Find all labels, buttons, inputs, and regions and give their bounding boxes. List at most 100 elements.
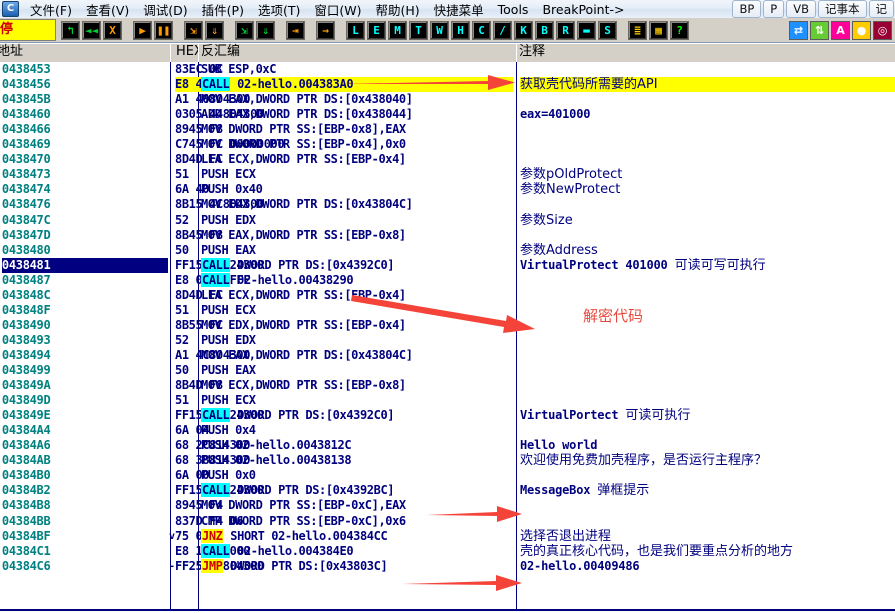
- executable-modules-icon[interactable]: E: [367, 20, 386, 40]
- cpu-icon[interactable]: C: [472, 20, 491, 40]
- menu-item-window[interactable]: 窗口(W): [307, 0, 368, 18]
- menu-item-tools[interactable]: Tools: [491, 1, 536, 18]
- table-row[interactable]: 004384BFv75 0BJNZ SHORT 02-hello.004384C…: [0, 528, 895, 544]
- table-row[interactable]: 004384C1E8 1A000000CALL 02-hello.004384E…: [0, 543, 895, 559]
- table-row[interactable]: 00438469C745 FC 00000000MOV DWORD PTR SS…: [0, 137, 895, 152]
- table-row[interactable]: 0043848F51PUSH ECX: [0, 303, 895, 318]
- column-header-disasm[interactable]: 反汇编: [198, 43, 517, 64]
- column-header-comment[interactable]: 注释: [516, 43, 895, 64]
- source-icon[interactable]: S: [598, 20, 617, 40]
- table-row[interactable]: 004384768B15 4C804300MOV EDX,DWORD PTR D…: [0, 197, 895, 212]
- execute-till-return-icon[interactable]: ⇥: [286, 20, 305, 40]
- handles-icon[interactable]: H: [451, 20, 470, 40]
- log-window-icon[interactable]: L: [346, 20, 365, 40]
- ascii-icon[interactable]: A: [831, 20, 850, 40]
- cell-comment: Hello world: [520, 438, 895, 453]
- table-row[interactable]: 0043849352PUSH EDX: [0, 333, 895, 348]
- trace-over-icon[interactable]: ⇲: [235, 20, 254, 40]
- table-row[interactable]: 0043847351PUSH ECX参数pOldProtect: [0, 167, 895, 182]
- cell-address: 004384AB: [2, 453, 51, 468]
- options-list-icon[interactable]: ≣: [628, 20, 647, 40]
- cell-disasm: MOV EAX,DWORD PTR DS:[0x438040]: [201, 92, 413, 107]
- windows-icon[interactable]: W: [430, 20, 449, 40]
- references-icon[interactable]: R: [556, 20, 575, 40]
- table-row[interactable]: 004384B88945 F4MOV DWORD PTR SS:[EBP-0xC…: [0, 498, 895, 513]
- mnemonic-highlight: CALL: [201, 483, 231, 498]
- comment-cjk-text: 参数Size: [520, 212, 573, 228]
- table-row[interactable]: 004384708D4D FCLEA ECX,DWORD PTR SS:[EBP…: [0, 152, 895, 167]
- record-icon[interactable]: ●: [852, 20, 871, 40]
- table-row[interactable]: 0043849EFF15 C0924300CALL DWORD PTR DS:[…: [0, 408, 895, 423]
- pause-icon[interactable]: ❚❚: [154, 20, 173, 40]
- table-row[interactable]: 00438487E8 04FEFFFFCALL 02-hello.0043829…: [0, 272, 895, 288]
- menu-item-quick-menu[interactable]: 快捷菜单: [427, 0, 491, 18]
- cell-comment: 欢迎使用免费加壳程序，是否运行主程序？: [520, 453, 895, 468]
- patches-icon[interactable]: /: [493, 20, 512, 40]
- cell-disasm: MOV DWORD PTR SS:[EBP-0x4],0x0: [201, 137, 406, 152]
- threads-icon[interactable]: T: [409, 20, 428, 40]
- status-badge: 暂停: [0, 19, 56, 41]
- table-row[interactable]: 004384A668 2C814300PUSH 02-hello.0043812…: [0, 438, 895, 453]
- table-row[interactable]: 004384B2FF15 BC924300CALL DWORD PTR DS:[…: [0, 483, 895, 498]
- table-row[interactable]: 0043847D8B45 F8MOV EAX,DWORD PTR SS:[EBP…: [0, 228, 895, 243]
- table-row[interactable]: 0043849D51PUSH ECX: [0, 393, 895, 408]
- cell-comment: 参数NewProtect: [520, 182, 895, 197]
- table-row[interactable]: 004384C6-FF25 3C804300JMP DWORD PTR DS:[…: [0, 558, 895, 574]
- disassembly-list[interactable]: 0043845383EC 0CSUB ESP,0xC00438456E8 45F…: [0, 62, 895, 611]
- run-icon[interactable]: ▶: [133, 20, 152, 40]
- grid-icon[interactable]: ▦: [649, 20, 668, 40]
- menu-item-debug[interactable]: 调试(D): [136, 0, 194, 18]
- updown-icon[interactable]: ⇅: [810, 20, 829, 40]
- run-to-cursor-icon[interactable]: →: [316, 20, 335, 40]
- menu-item-file[interactable]: 文件(F): [23, 0, 79, 18]
- table-row[interactable]: 004384600305 44804300ADD EAX,DWORD PTR D…: [0, 107, 895, 122]
- breakpoints-icon[interactable]: B: [535, 20, 554, 40]
- table-row[interactable]: 004384AB68 38814300PUSH 02-hello.0043813…: [0, 453, 895, 468]
- menu-button-p[interactable]: P: [763, 0, 785, 18]
- cell-comment: eax=401000: [520, 107, 895, 122]
- comment-cjk-text: 壳的真正核心代码，也是我们要重点分析的地方: [520, 543, 794, 559]
- table-row[interactable]: 0043848050PUSH EAX参数Address: [0, 243, 895, 258]
- menu-button-bp[interactable]: BP: [732, 0, 762, 18]
- comment-mono-text: eax=401000: [520, 107, 591, 122]
- cell-address: 004384A6: [2, 438, 51, 453]
- table-row[interactable]: 00438481FF15 C0924300CALL DWORD PTR DS:[…: [0, 257, 895, 273]
- target-icon[interactable]: ◎: [873, 20, 892, 40]
- trace-into-icon[interactable]: ⇓: [256, 20, 275, 40]
- restart-icon[interactable]: ↰: [61, 20, 80, 40]
- menu-button-vb[interactable]: VB: [786, 0, 816, 18]
- table-row[interactable]: 00438456E8 45FFFFFFCALL 02-hello.004383A…: [0, 77, 895, 93]
- call-stack-icon[interactable]: K: [514, 20, 533, 40]
- table-row[interactable]: 004384668945 F8MOV DWORD PTR SS:[EBP-0x8…: [0, 122, 895, 137]
- comment-mono-text: VirtualProtect 401000: [520, 257, 668, 272]
- table-row[interactable]: 004384908B55 FCMOV EDX,DWORD PTR SS:[EBP…: [0, 318, 895, 333]
- table-row[interactable]: 0043845383EC 0CSUB ESP,0xC: [0, 62, 895, 77]
- swap-icon[interactable]: ⇄: [789, 20, 808, 40]
- menu-item-view[interactable]: 查看(V): [79, 0, 136, 18]
- menu-item-breakpoint[interactable]: BreakPoint->: [535, 1, 631, 18]
- table-row[interactable]: 004384BB837D F4 06CMP DWORD PTR SS:[EBP-…: [0, 514, 895, 529]
- menu-item-help[interactable]: 帮助(H): [368, 0, 426, 18]
- table-row[interactable]: 0043849A8B4D F8MOV ECX,DWORD PTR SS:[EBP…: [0, 378, 895, 393]
- rewind-icon[interactable]: ◄◄: [82, 20, 101, 40]
- step-into-icon[interactable]: ⇓: [205, 20, 224, 40]
- table-row[interactable]: 00438494A1 4C804300MOV EAX,DWORD PTR DS:…: [0, 348, 895, 363]
- menu-item-options[interactable]: 选项(T): [251, 0, 307, 18]
- column-header-address[interactable]: 地址: [0, 43, 171, 64]
- table-row[interactable]: 0043848C8D4D FCLEA ECX,DWORD PTR SS:[EBP…: [0, 288, 895, 303]
- menu-button-extra[interactable]: 记: [868, 0, 894, 18]
- menu-button-notepad[interactable]: 记事本: [818, 0, 867, 18]
- stop-icon[interactable]: X: [103, 20, 122, 40]
- help-icon[interactable]: ?: [670, 20, 689, 40]
- table-row[interactable]: 0043845BA1 40804300MOV EAX,DWORD PTR DS:…: [0, 92, 895, 107]
- comment-cjk-text: 参数pOldProtect: [520, 167, 623, 183]
- table-row[interactable]: 004384B06A 00PUSH 0x0: [0, 468, 895, 483]
- run-trace-icon[interactable]: ▬: [577, 20, 596, 40]
- table-row[interactable]: 0043847C52PUSH EDX参数Size: [0, 213, 895, 228]
- step-over-icon[interactable]: ⇲: [184, 20, 203, 40]
- table-row[interactable]: 004384A46A 04PUSH 0x4: [0, 423, 895, 438]
- menu-item-plugins[interactable]: 插件(P): [195, 0, 251, 18]
- memory-map-icon[interactable]: M: [388, 20, 407, 40]
- table-row[interactable]: 004384746A 40PUSH 0x40参数NewProtect: [0, 182, 895, 197]
- table-row[interactable]: 0043849950PUSH EAX: [0, 363, 895, 378]
